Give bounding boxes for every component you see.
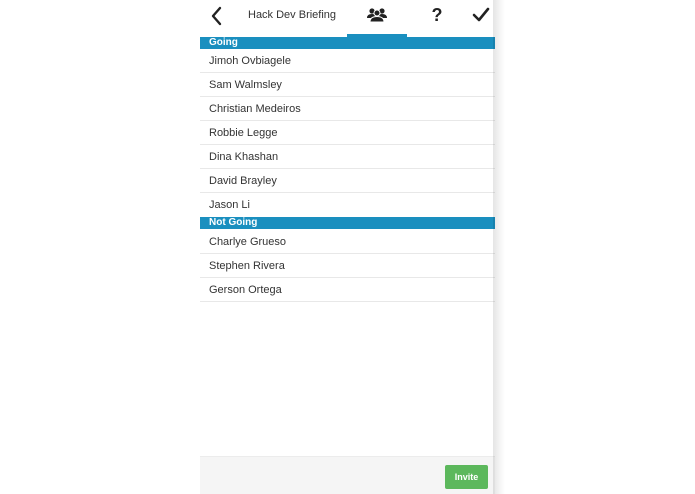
list-item[interactable]: Stephen Rivera — [200, 254, 495, 278]
invite-button[interactable]: Invite — [445, 465, 488, 489]
list-item[interactable]: Jimoh Ovbiagele — [200, 49, 495, 73]
panel-edge-shadow — [493, 0, 505, 494]
tab-attendees[interactable] — [347, 0, 407, 37]
chevron-left-icon — [211, 6, 222, 26]
going-list: Jimoh Ovbiagele Sam Walmsley Christian M… — [200, 49, 495, 217]
section-header-going: Going — [200, 37, 495, 49]
people-group-icon — [367, 8, 387, 23]
list-item[interactable]: Sam Walmsley — [200, 73, 495, 97]
list-item[interactable]: Gerson Ortega — [200, 278, 495, 302]
list-item[interactable]: Charlye Grueso — [200, 230, 495, 254]
list-item[interactable]: Christian Medeiros — [200, 97, 495, 121]
list-item[interactable]: Robbie Legge — [200, 121, 495, 145]
done-button[interactable] — [471, 5, 491, 25]
list-item[interactable]: David Brayley — [200, 169, 495, 193]
checkmark-icon — [472, 7, 490, 22]
back-button[interactable] — [206, 5, 228, 27]
section-header-not-going: Not Going — [200, 217, 495, 229]
not-going-list: Charlye Grueso Stephen Rivera Gerson Ort… — [200, 230, 495, 302]
event-title: Hack Dev Briefing — [248, 9, 337, 21]
list-item[interactable]: Jason Li — [200, 193, 495, 217]
event-attendees-screen: Hack Dev Briefing ? Going Jimoh Ovbiagel… — [200, 0, 495, 494]
footer-bar: Invite — [200, 456, 495, 494]
help-button[interactable]: ? — [428, 3, 446, 27]
top-navigation-bar: Hack Dev Briefing ? — [200, 0, 495, 37]
list-item[interactable]: Dina Khashan — [200, 145, 495, 169]
